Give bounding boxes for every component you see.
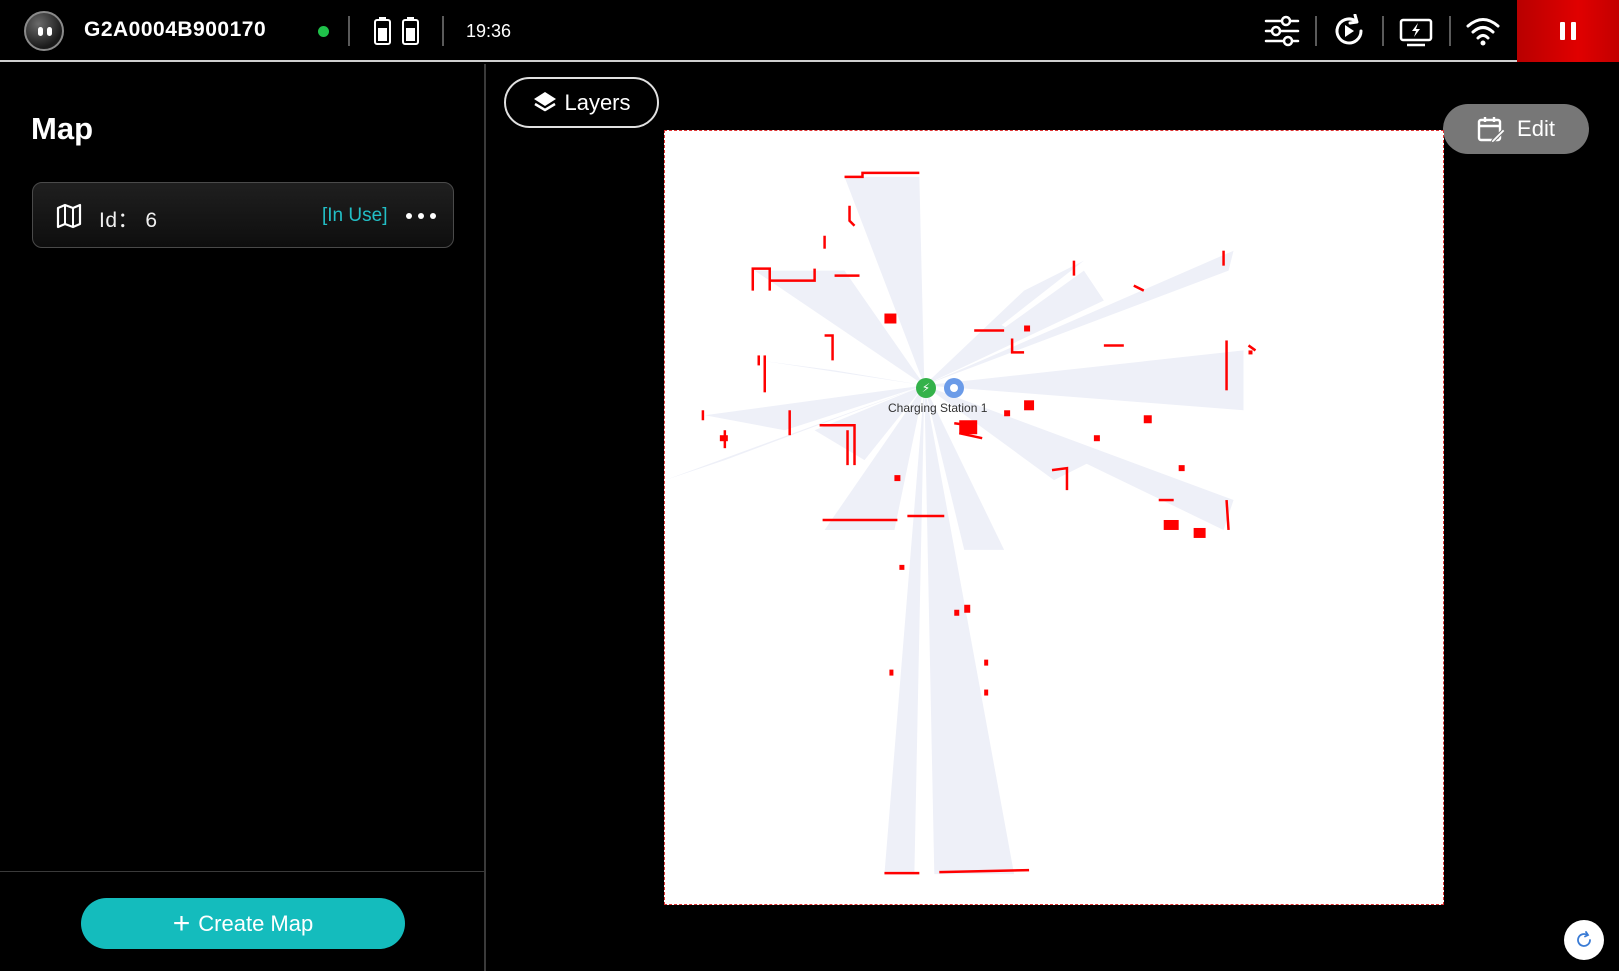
- device-id: G2A0004B900170: [84, 18, 267, 41]
- layers-icon: [534, 91, 557, 111]
- layers-label: Layers: [564, 89, 631, 115]
- create-map-button[interactable]: + Create Map: [81, 898, 405, 949]
- map-id-label: Id： 6: [99, 209, 158, 232]
- charging-screen-icon[interactable]: [1398, 14, 1434, 48]
- battery-icon: [374, 17, 391, 45]
- divider: [0, 871, 486, 872]
- divider: [442, 16, 444, 46]
- charging-station-icon[interactable]: ⚡: [916, 378, 936, 398]
- refresh-icon[interactable]: [1564, 920, 1604, 960]
- robot-logo-icon: [24, 11, 64, 51]
- create-map-label: Create Map: [198, 910, 314, 936]
- edit-calendar-icon: [1477, 117, 1506, 143]
- plus-icon: +: [172, 906, 191, 940]
- status-bar: G2A0004B900170 19:36: [0, 0, 1619, 62]
- wifi-icon[interactable]: [1465, 14, 1501, 48]
- divider: [348, 16, 350, 46]
- connection-status-dot: [318, 26, 329, 37]
- divider: [1449, 16, 1451, 46]
- rotate-play-icon[interactable]: [1331, 14, 1367, 48]
- more-options-icon[interactable]: [406, 203, 436, 229]
- edit-label: Edit: [1517, 116, 1555, 141]
- layers-button[interactable]: Layers: [504, 77, 659, 128]
- map-list-item[interactable]: Id： 6 [In Use]: [32, 182, 454, 248]
- in-use-badge: [In Use]: [322, 205, 388, 226]
- occupancy-map: [665, 171, 1257, 875]
- clock: 19:36: [466, 21, 512, 41]
- panel-title: Map: [31, 111, 93, 146]
- pause-button[interactable]: [1517, 0, 1619, 62]
- map-canvas[interactable]: [664, 130, 1444, 905]
- divider: [1315, 16, 1317, 46]
- map-icon: [56, 203, 82, 229]
- battery-icon: [402, 17, 419, 45]
- robot-position-icon[interactable]: [944, 378, 964, 398]
- divider: [1382, 16, 1384, 46]
- charging-station-label: Charging Station 1: [888, 401, 988, 415]
- edit-button[interactable]: Edit: [1443, 104, 1589, 154]
- sliders-icon[interactable]: [1264, 14, 1300, 48]
- map-list-panel: Map Id： 6 [In Use] + Create Map: [0, 64, 486, 971]
